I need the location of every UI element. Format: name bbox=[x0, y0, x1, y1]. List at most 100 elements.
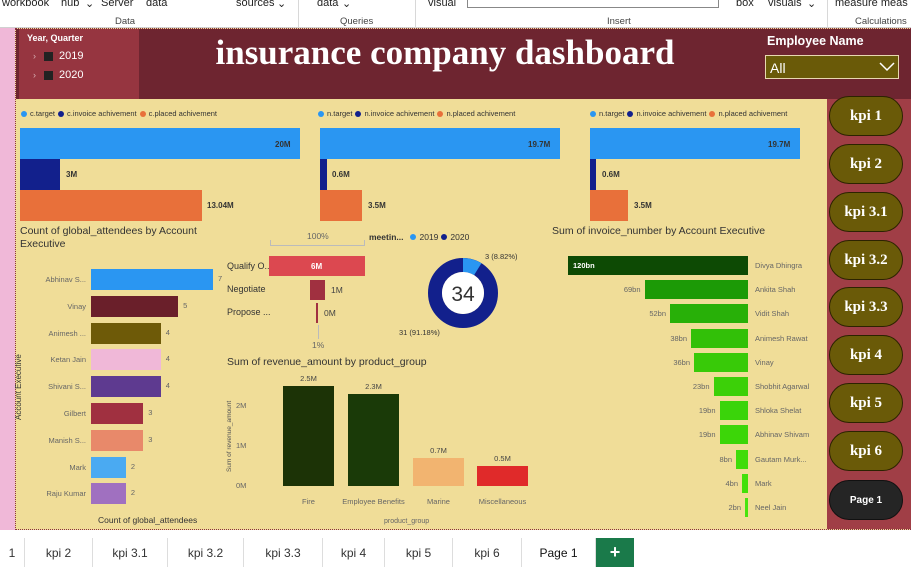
slicer-option-2019[interactable]: 2019 bbox=[59, 50, 83, 62]
page-tab[interactable]: kpi 5 bbox=[385, 538, 453, 567]
bar-c-placed[interactable] bbox=[20, 190, 202, 221]
label-c-placed: 13.04M bbox=[207, 201, 234, 210]
legend-n2: n.target n.invoice achivement n.placed a… bbox=[590, 109, 787, 118]
attendee-bar[interactable] bbox=[91, 322, 161, 344]
revenue-category: Fire bbox=[302, 497, 315, 506]
chevron-down-icon: ⌄ bbox=[342, 0, 352, 10]
page-tab[interactable]: kpi 2 bbox=[25, 538, 93, 567]
bar-n-placed[interactable] bbox=[320, 190, 362, 221]
revenue-bar[interactable] bbox=[477, 466, 528, 486]
revenue-bar[interactable] bbox=[283, 386, 334, 486]
legend-n: n.target n.invoice achivement n.placed a… bbox=[318, 109, 515, 118]
invoice-bar[interactable] bbox=[568, 256, 748, 275]
dashboard-title: insurance company dashboard bbox=[215, 33, 675, 72]
kpi-5-button[interactable]: kpi 5 bbox=[829, 383, 903, 423]
donut-label-2020: 31 (91.18%) bbox=[399, 328, 440, 337]
ribbon-server[interactable]: Server bbox=[101, 0, 133, 9]
bar-n-target[interactable] bbox=[320, 128, 560, 159]
funnel-bar-propose[interactable] bbox=[316, 303, 318, 323]
ribbon-visual-input[interactable] bbox=[467, 0, 719, 8]
invoice-value: 52bn bbox=[649, 309, 666, 319]
attendee-bar[interactable] bbox=[91, 483, 126, 505]
invoice-bar[interactable] bbox=[719, 425, 748, 445]
slicer-checkbox-2020[interactable] bbox=[44, 71, 53, 80]
invoice-bar[interactable] bbox=[736, 449, 748, 469]
page-tab[interactable]: 1 bbox=[0, 538, 25, 567]
funnel-label-qualify: Qualify O... bbox=[227, 261, 273, 271]
invoice-name: Shloka Shelat bbox=[755, 406, 802, 416]
label-n-target: 19.7M bbox=[528, 140, 551, 149]
donut-legend-2020: 2020 bbox=[450, 232, 470, 242]
kpi-2-button[interactable]: kpi 2 bbox=[829, 144, 903, 184]
kpi-1-button[interactable]: kpi 1 bbox=[829, 96, 903, 136]
bar-c-invoice[interactable] bbox=[20, 159, 60, 190]
chevron-right-icon[interactable]: › bbox=[33, 70, 36, 80]
invoice-bar[interactable] bbox=[713, 377, 748, 396]
bar-n2-placed[interactable] bbox=[590, 190, 628, 221]
page-tab[interactable]: kpi 4 bbox=[323, 538, 385, 567]
legend-n-target: n.target bbox=[327, 109, 353, 118]
ribbon-sources[interactable]: sources bbox=[236, 0, 275, 9]
attendee-bar[interactable] bbox=[91, 349, 161, 371]
year-quarter-slicer[interactable]: Year, Quarter › 2019 › 2020 bbox=[19, 29, 139, 99]
kpi-3-2-button[interactable]: kpi 3.2 bbox=[829, 240, 903, 280]
attendee-bar[interactable] bbox=[91, 429, 144, 451]
ribbon-data-2[interactable]: data bbox=[317, 0, 338, 9]
employee-dropdown[interactable]: All bbox=[765, 55, 899, 79]
invoice-bar[interactable] bbox=[694, 352, 748, 372]
page-tab[interactable]: kpi 3.2 bbox=[168, 538, 244, 567]
ribbon-hub[interactable]: hub bbox=[61, 0, 79, 9]
invoice-name: Neel Jain bbox=[755, 503, 787, 512]
slicer-option-2020[interactable]: 2020 bbox=[59, 69, 83, 81]
legend-n-placed: n.placed achivement bbox=[446, 109, 516, 118]
attendee-bar[interactable] bbox=[91, 376, 161, 398]
page-tab[interactable]: kpi 3.3 bbox=[244, 538, 323, 567]
revenue-tick: 1M bbox=[236, 441, 247, 450]
attendee-name: Gilbert bbox=[63, 409, 86, 418]
ribbon-visual[interactable]: visual bbox=[428, 0, 456, 9]
kpi-3-3-button[interactable]: kpi 3.3 bbox=[829, 287, 903, 327]
revenue-category: Marine bbox=[427, 497, 450, 506]
kpi-6-button[interactable]: kpi 6 bbox=[829, 431, 903, 471]
attendee-bar[interactable] bbox=[91, 403, 144, 424]
revenue-xlabel: product_group bbox=[384, 518, 430, 525]
invoice-value: 38bn bbox=[670, 333, 687, 343]
attendee-bar[interactable] bbox=[91, 456, 126, 478]
page-tab[interactable]: Page 1 bbox=[522, 538, 596, 567]
ribbon-visuals[interactable]: visuals bbox=[768, 0, 802, 9]
revenue-label: 0.7M bbox=[430, 446, 447, 455]
revenue-bar[interactable] bbox=[413, 458, 464, 486]
revenue-bar[interactable] bbox=[348, 394, 399, 486]
page-tab[interactable]: kpi 6 bbox=[453, 538, 522, 567]
invoice-value: 36bn bbox=[673, 357, 690, 367]
kpi-3-1-button[interactable]: kpi 3.1 bbox=[829, 192, 903, 232]
bar-n2-invoice[interactable] bbox=[590, 159, 596, 190]
chevron-right-icon[interactable]: › bbox=[33, 51, 36, 61]
funnel-bar-negotiate[interactable] bbox=[310, 280, 325, 300]
funnel-label-negotiate: Negotiate bbox=[227, 284, 266, 294]
page-tab[interactable]: kpi 3.1 bbox=[93, 538, 168, 567]
ribbon-workbook[interactable]: workbook bbox=[2, 0, 49, 9]
slicer-checkbox-2019[interactable] bbox=[44, 52, 53, 61]
page-1-button[interactable]: Page 1 bbox=[829, 480, 903, 520]
attendee-bar[interactable] bbox=[91, 295, 179, 317]
ribbon-box[interactable]: box bbox=[736, 0, 754, 9]
ribbon-measure[interactable]: measure meas bbox=[835, 0, 908, 9]
bar-n-invoice[interactable] bbox=[320, 159, 327, 190]
donut-legend-title: meetin... bbox=[369, 232, 404, 242]
invoice-bar[interactable] bbox=[745, 498, 748, 517]
attendee-bar[interactable] bbox=[91, 269, 213, 290]
ribbon-data[interactable]: data bbox=[146, 0, 167, 9]
invoice-bar[interactable] bbox=[644, 280, 748, 300]
add-page-button[interactable]: + bbox=[596, 538, 634, 567]
donut-chart[interactable]: 34 bbox=[420, 250, 510, 340]
invoice-bar[interactable] bbox=[691, 328, 748, 348]
kpi-4-button[interactable]: kpi 4 bbox=[829, 335, 903, 375]
invoice-name: Vidit Shah bbox=[755, 309, 790, 319]
revenue-label: 0.5M bbox=[494, 454, 511, 463]
invoice-name: Gautam Murk... bbox=[755, 454, 807, 464]
invoice-bar[interactable] bbox=[719, 401, 748, 421]
bar-c-target[interactable] bbox=[20, 128, 300, 159]
invoice-bar[interactable] bbox=[742, 473, 748, 493]
invoice-bar[interactable] bbox=[670, 304, 748, 324]
